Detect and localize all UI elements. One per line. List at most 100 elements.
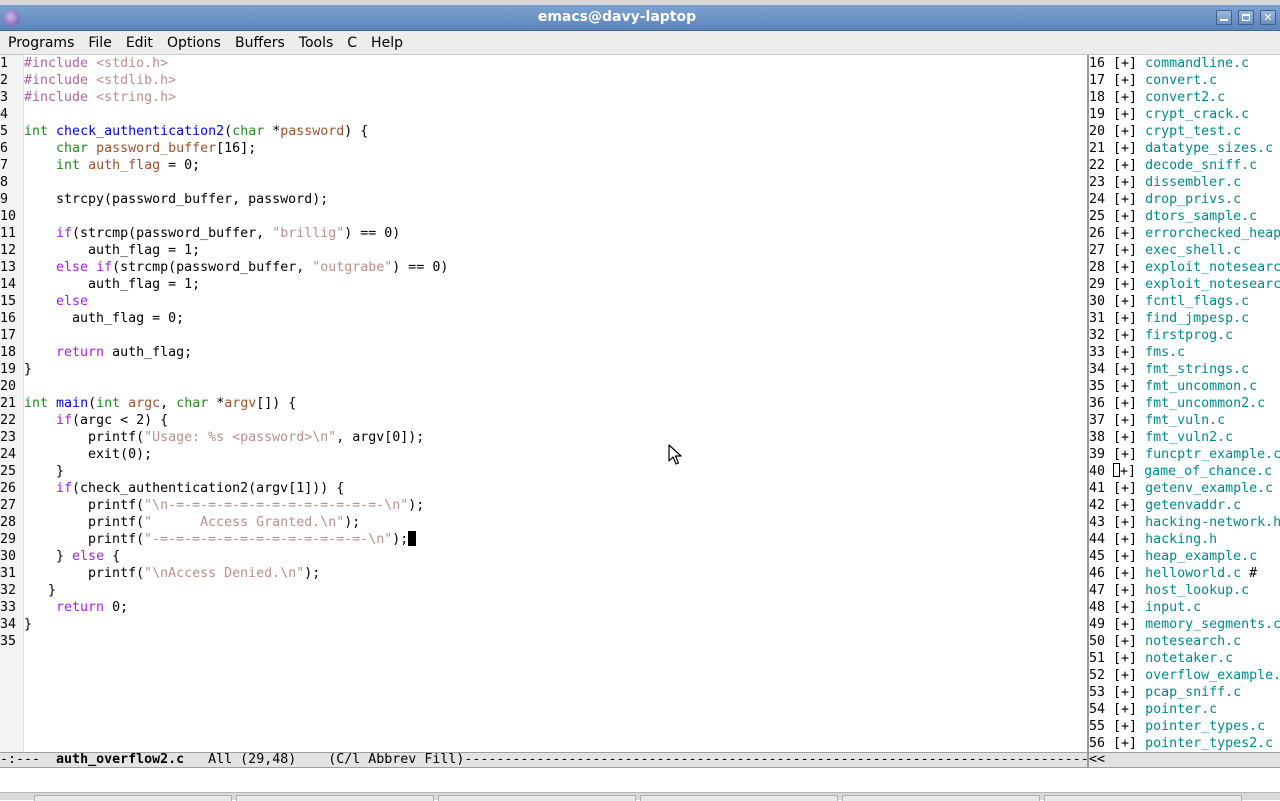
buffer-file-name[interactable]: errorchecked_heap xyxy=(1145,226,1280,241)
buffer-toggle-marker[interactable]: [+] xyxy=(1113,719,1137,734)
buffer-toggle-marker[interactable]: [+] xyxy=(1113,345,1137,360)
code-line[interactable]: 14 auth_flag = 1; xyxy=(0,276,448,293)
buffer-list-row[interactable]: 27 [+] exec_shell.c xyxy=(1089,242,1280,259)
buffer-list-row[interactable]: 38 [+] fmt_vuln2.c xyxy=(1089,429,1280,446)
buffer-list-row[interactable]: 30 [+] fcntl_flags.c xyxy=(1089,293,1280,310)
buffer-file-name[interactable]: input.c xyxy=(1145,600,1201,615)
menu-file[interactable]: File xyxy=(80,35,117,51)
buffer-toggle-marker[interactable]: [+] xyxy=(1113,685,1137,700)
buffer-list-row[interactable]: 34 [+] fmt_strings.c xyxy=(1089,361,1280,378)
code-line[interactable]: 16 auth_flag = 0; xyxy=(0,310,448,327)
buffer-toggle-marker[interactable]: [+] xyxy=(1113,56,1137,71)
code-line[interactable]: 32 } xyxy=(0,582,448,599)
minibuffer[interactable] xyxy=(0,768,1280,792)
taskbar-item[interactable] xyxy=(1044,795,1242,801)
menu-buffers[interactable]: Buffers xyxy=(227,35,291,51)
code-line[interactable]: 26 if(check_authentication2(argv[1])) { xyxy=(0,480,448,497)
buffer-list-pane[interactable]: 16 [+] commandline.c 17 [+] convert.c 18 [… xyxy=(1089,55,1280,752)
code-editor-pane[interactable]: 1 #include <stdio.h> 2 #include <stdlib.h> 3… xyxy=(0,55,1087,752)
buffer-file-name[interactable]: convert.c xyxy=(1145,73,1217,88)
buffer-toggle-marker[interactable]: [+] xyxy=(1113,651,1137,666)
code-line[interactable]: 25 } xyxy=(0,463,448,480)
code-line[interactable]: 18 return auth_flag; xyxy=(0,344,448,361)
buffer-toggle-marker[interactable]: [+] xyxy=(1113,413,1137,428)
code-line[interactable]: 20 xyxy=(0,378,448,395)
buffer-list-row[interactable]: 54 [+] pointer.c xyxy=(1089,701,1280,718)
buffer-file-name[interactable]: host_lookup.c xyxy=(1145,583,1249,598)
buffer-list[interactable]: 16 [+] commandline.c 17 [+] convert.c 18 [… xyxy=(1089,55,1280,752)
buffer-list-row[interactable]: 45 [+] heap_example.c xyxy=(1089,548,1280,565)
buffer-list-row[interactable]: 33 [+] fms.c xyxy=(1089,344,1280,361)
buffer-file-name[interactable]: getenvaddr.c xyxy=(1145,498,1241,513)
buffer-list-row[interactable]: 35 [+] fmt_uncommon.c xyxy=(1089,378,1280,395)
buffer-list-row[interactable]: 51 [+] notetaker.c xyxy=(1089,650,1280,667)
buffer-file-name[interactable]: fms.c xyxy=(1145,345,1185,360)
buffer-file-name[interactable]: drop_privs.c xyxy=(1145,192,1241,207)
buffer-list-row[interactable]: 20 [+] crypt_test.c xyxy=(1089,123,1280,140)
maximize-button[interactable] xyxy=(1238,10,1254,25)
buffer-toggle-marker[interactable]: [+] xyxy=(1113,73,1137,88)
code-line[interactable]: 6 char password_buffer[16]; xyxy=(0,140,448,157)
buffer-toggle-marker[interactable]: [+] xyxy=(1113,396,1137,411)
code-line[interactable]: 12 auth_flag = 1; xyxy=(0,242,448,259)
code-line[interactable]: 17 xyxy=(0,327,448,344)
buffer-toggle-marker[interactable]: [+] xyxy=(1113,566,1137,581)
code-line[interactable]: 23 printf("Usage: %s <password>\n", argv… xyxy=(0,429,448,446)
buffer-list-row[interactable]: 50 [+] notesearch.c xyxy=(1089,633,1280,650)
code-line[interactable]: 15 else xyxy=(0,293,448,310)
buffer-file-name[interactable]: dtors_sample.c xyxy=(1145,209,1257,224)
code-line[interactable]: 31 printf("\nAccess Denied.\n"); xyxy=(0,565,448,582)
menu-options[interactable]: Options xyxy=(159,35,227,51)
buffer-toggle-marker[interactable]: [+] xyxy=(1113,634,1137,649)
code-line[interactable]: 30 } else { xyxy=(0,548,448,565)
buffer-file-name[interactable]: game_of_chance.c xyxy=(1144,464,1272,479)
code-line[interactable]: 10 xyxy=(0,208,448,225)
buffer-list-row[interactable]: 18 [+] convert2.c xyxy=(1089,89,1280,106)
code-line[interactable]: 13 else if(strcmp(password_buffer, "outg… xyxy=(0,259,448,276)
buffer-toggle-marker[interactable]: [+] xyxy=(1113,702,1137,717)
code-line[interactable]: 22 if(argc < 2) { xyxy=(0,412,448,429)
buffer-toggle-marker[interactable]: [+] xyxy=(1113,192,1137,207)
buffer-file-name[interactable]: crypt_test.c xyxy=(1145,124,1241,139)
buffer-list-row[interactable]: 40 +] game_of_chance.c xyxy=(1089,463,1280,480)
code-line[interactable]: 24 exit(0); xyxy=(0,446,448,463)
buffer-file-name[interactable]: fmt_vuln.c xyxy=(1145,413,1225,428)
buffer-list-mode-line[interactable]: << xyxy=(1089,752,1280,768)
buffer-toggle-marker[interactable]: [+] xyxy=(1113,515,1137,530)
buffer-file-name[interactable]: memory_segments.c xyxy=(1145,617,1280,632)
buffer-file-name[interactable]: fmt_uncommon.c xyxy=(1145,379,1257,394)
taskbar-item[interactable] xyxy=(236,795,434,801)
buffer-toggle-marker[interactable]: [+] xyxy=(1113,90,1137,105)
buffer-list-row[interactable]: 48 [+] input.c xyxy=(1089,599,1280,616)
buffer-file-name[interactable]: notesearch.c xyxy=(1145,634,1241,649)
buffer-file-name[interactable]: hacking-network.h xyxy=(1145,515,1280,530)
buffer-list-row[interactable]: 41 [+] getenv_example.c xyxy=(1089,480,1280,497)
window-titlebar[interactable]: emacs@davy-laptop ✕ xyxy=(0,5,1280,31)
buffer-list-row[interactable]: 44 [+] hacking.h xyxy=(1089,531,1280,548)
code-line[interactable]: 5 int check_authentication2(char *passwor… xyxy=(0,123,448,140)
buffer-toggle-marker[interactable]: [+] xyxy=(1113,226,1137,241)
buffer-file-name[interactable]: fmt_vuln2.c xyxy=(1145,430,1233,445)
buffer-list-row[interactable]: 49 [+] memory_segments.c xyxy=(1089,616,1280,633)
buffer-list-row[interactable]: 46 [+] helloworld.c # xyxy=(1089,565,1280,582)
menu-help[interactable]: Help xyxy=(363,35,409,51)
mode-line-modes[interactable]: (C/l Abbrev Fill) xyxy=(328,753,464,767)
code-line[interactable]: 9 strcpy(password_buffer, password); xyxy=(0,191,448,208)
buffer-list-row[interactable]: 17 [+] convert.c xyxy=(1089,72,1280,89)
buffer-toggle-marker[interactable]: [+] xyxy=(1113,668,1137,683)
buffer-list-row[interactable]: 29 [+] exploit_notesearc xyxy=(1089,276,1280,293)
taskbar-item[interactable] xyxy=(438,795,636,801)
buffer-list-row[interactable]: 43 [+] hacking-network.h xyxy=(1089,514,1280,531)
code-line[interactable]: 2 #include <stdlib.h> xyxy=(0,72,448,89)
buffer-list-row[interactable]: 25 [+] dtors_sample.c xyxy=(1089,208,1280,225)
buffer-toggle-marker[interactable]: [+] xyxy=(1113,498,1137,513)
buffer-file-name[interactable]: pcap_sniff.c xyxy=(1145,685,1241,700)
buffer-toggle-marker[interactable]: [+] xyxy=(1113,447,1137,462)
code-line[interactable]: 3 #include <string.h> xyxy=(0,89,448,106)
buffer-toggle-marker[interactable]: [+] xyxy=(1113,328,1137,343)
buffer-file-name[interactable]: helloworld.c xyxy=(1145,566,1241,581)
buffer-file-name[interactable]: commandline.c xyxy=(1145,56,1249,71)
code-line[interactable]: 4 xyxy=(0,106,448,123)
buffer-toggle-marker[interactable]: [+] xyxy=(1113,141,1137,156)
buffer-file-name[interactable]: hacking.h xyxy=(1145,532,1217,547)
